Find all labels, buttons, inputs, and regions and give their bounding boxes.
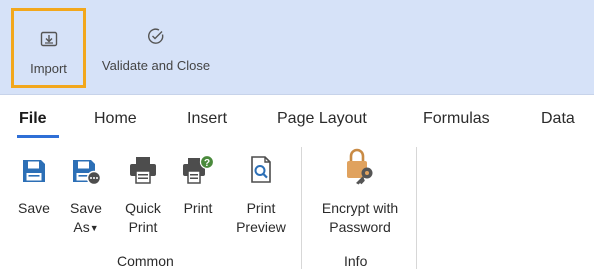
print-preview-icon [244, 145, 278, 185]
active-tab-indicator [17, 135, 59, 138]
import-icon [37, 27, 61, 51]
tab-file[interactable]: File [19, 110, 47, 128]
quick-print-label: Quick Print [125, 200, 161, 235]
tab-insert[interactable]: Insert [187, 110, 227, 128]
tab-formulas[interactable]: Formulas [423, 110, 490, 128]
floppy-disk-more-icon [69, 145, 103, 185]
tab-data[interactable]: Data [541, 110, 575, 128]
tab-page-layout[interactable]: Page Layout [277, 110, 367, 128]
check-circle-icon [144, 24, 168, 48]
group-label-common: Common [117, 253, 174, 269]
group-label-info: Info [344, 253, 368, 269]
print-label: Print [183, 200, 213, 216]
save-button[interactable]: Save [13, 145, 55, 218]
print-button[interactable]: ? Print [175, 145, 221, 218]
top-toolbar: Import Validate and Close [0, 0, 594, 94]
lock-key-icon [343, 145, 377, 185]
print-preview-label: Print Preview [236, 200, 286, 235]
tab-home[interactable]: Home [94, 110, 137, 128]
save-as-label: Save As▼ [70, 200, 102, 235]
chevron-down-icon: ▼ [89, 223, 99, 233]
encrypt-label: Encrypt with Password [321, 200, 399, 235]
ribbon-tabs: File Home Insert Page Layout Formulas Da… [0, 94, 594, 143]
save-as-button[interactable]: Save As▼ [63, 145, 109, 238]
group-separator [416, 147, 417, 269]
group-separator [301, 147, 302, 269]
ribbon-panel: Save Save As▼ Quick Print ? Print Print … [0, 143, 594, 272]
validate-and-close-label: Validate and Close [101, 58, 211, 73]
import-button[interactable]: Import [11, 8, 86, 88]
save-label: Save [18, 200, 50, 216]
validate-and-close-button[interactable]: Validate and Close [92, 8, 220, 88]
import-label: Import [30, 61, 67, 76]
quick-print-button[interactable]: Quick Print [117, 145, 169, 237]
printer-help-icon: ? [181, 145, 215, 185]
floppy-disk-icon [17, 145, 51, 185]
print-preview-button[interactable]: Print Preview [229, 145, 293, 237]
svg-text:?: ? [204, 158, 210, 169]
printer-icon [126, 145, 160, 185]
encrypt-with-password-button[interactable]: Encrypt with Password [308, 145, 412, 237]
